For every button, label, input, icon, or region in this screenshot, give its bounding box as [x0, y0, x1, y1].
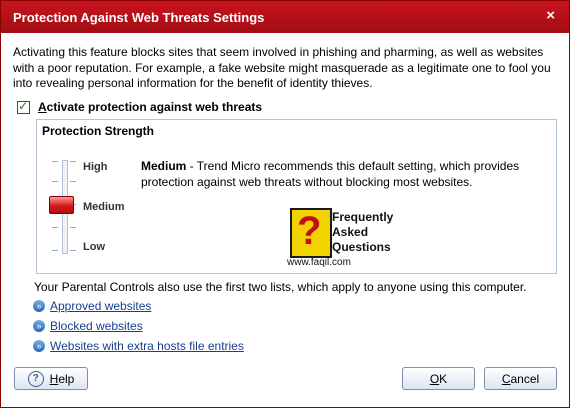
ok-label-text: K: [439, 371, 448, 386]
help-label: Help: [50, 372, 75, 386]
faq-line: Asked: [332, 225, 369, 239]
parental-controls-note: Your Parental Controls also use the firs…: [34, 280, 527, 294]
cancel-label: Cancel: [502, 372, 539, 386]
window-title: Protection Against Web Threats Settings: [13, 10, 265, 25]
blocked-websites-row[interactable]: » Blocked websites: [33, 318, 143, 334]
help-label-text: elp: [58, 371, 75, 386]
slider-tick: [52, 250, 58, 251]
approved-websites-row[interactable]: » Approved websites: [33, 298, 151, 314]
hosts-file-entries-row[interactable]: » Websites with extra hosts file entries: [33, 338, 244, 354]
cancel-label-text: ancel: [510, 371, 540, 386]
slider-tick: [52, 161, 58, 162]
checkmark-icon: ✓: [18, 98, 29, 113]
dialog-window: Protection Against Web Threats Settings …: [0, 0, 570, 408]
slider-tick: [52, 227, 58, 228]
question-mark-icon: ?: [297, 209, 322, 253]
approved-websites-link[interactable]: Approved websites: [50, 299, 151, 313]
strength-description-text: - Trend Micro recommends this default se…: [141, 159, 520, 189]
slider-tick: [70, 250, 76, 251]
help-button[interactable]: ? Help: [14, 367, 88, 390]
faq-line: Frequently: [332, 210, 394, 224]
strength-description: Medium - Trend Micro recommends this def…: [141, 159, 541, 190]
arrow-icon: »: [33, 300, 45, 312]
title-bar: Protection Against Web Threats Settings …: [1, 1, 569, 33]
slider-tick: [70, 181, 76, 182]
close-icon[interactable]: ×: [546, 7, 555, 24]
strength-slider-thumb[interactable]: [49, 196, 74, 214]
slider-tick: [52, 181, 58, 182]
ok-label: OK: [430, 372, 447, 386]
level-medium-label: Medium: [83, 201, 125, 213]
level-low-label: Low: [83, 241, 105, 253]
activate-protection-checkbox[interactable]: ✓: [17, 98, 30, 114]
faq-watermark-url: www.faqil.com: [287, 257, 351, 268]
activate-accel: A: [38, 100, 47, 114]
faq-watermark-text: Frequently Asked Questions: [332, 210, 393, 255]
protection-strength-title: Protection Strength: [42, 124, 155, 138]
faq-watermark: ? Frequently Asked Questions www.faqil.c…: [287, 208, 393, 268]
protection-strength-group: Protection Strength High Medium Low Medi…: [36, 119, 557, 274]
hosts-file-entries-link[interactable]: Websites with extra hosts file entries: [50, 339, 244, 353]
activate-protection-label[interactable]: Activate protection against web threats: [38, 100, 262, 114]
blocked-websites-link[interactable]: Blocked websites: [50, 319, 143, 333]
ok-accel: O: [429, 371, 440, 386]
faq-line: Questions: [332, 240, 391, 254]
arrow-icon: »: [33, 340, 45, 352]
cancel-button[interactable]: Cancel: [484, 367, 557, 390]
activate-label-text: ctivate protection against web threats: [46, 100, 263, 114]
slider-tick: [70, 161, 76, 162]
help-icon: ?: [27, 370, 44, 387]
faq-logo-icon: ?: [290, 208, 332, 258]
selected-level-name: Medium: [141, 159, 187, 173]
activate-protection-checkbox-row[interactable]: ✓ Activate protection against web threat…: [17, 98, 262, 116]
slider-tick: [70, 227, 76, 228]
level-high-label: High: [83, 161, 108, 173]
ok-button[interactable]: OK: [402, 367, 475, 390]
arrow-icon: »: [33, 320, 45, 332]
intro-text: Activating this feature blocks sites tha…: [13, 45, 551, 90]
